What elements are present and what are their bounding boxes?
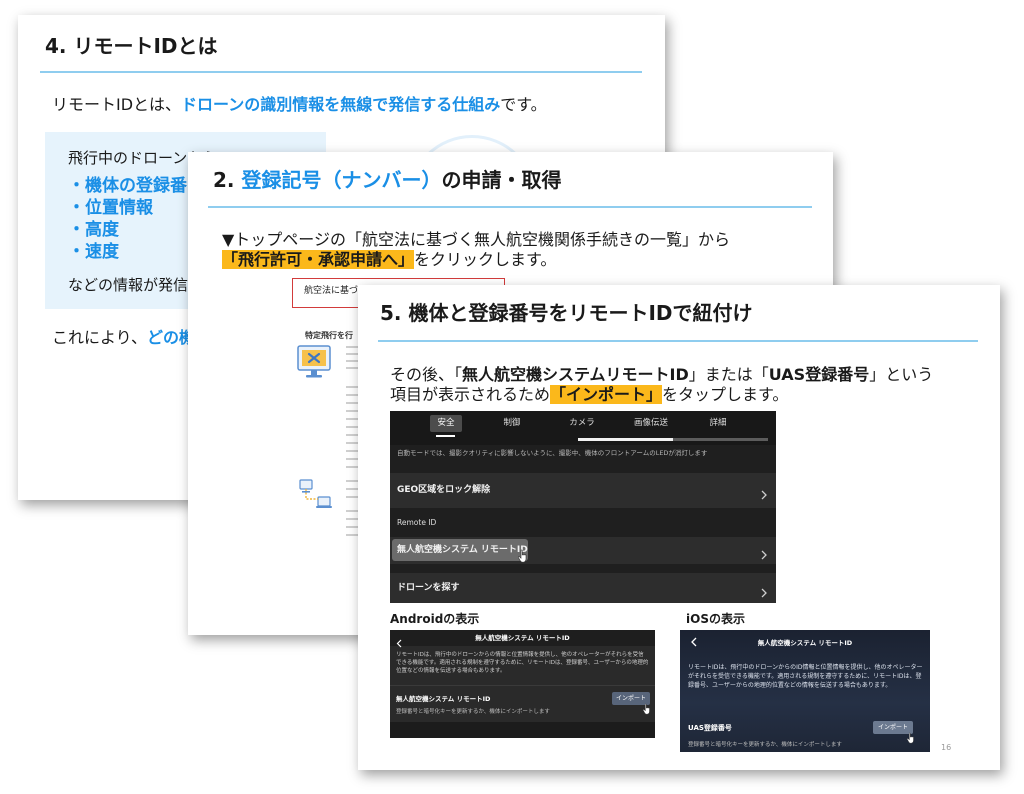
info-box-tail: などの情報が発信 [68, 276, 189, 294]
android-description: リモートIDは、飛行中のドローンからの情報と位置情報を提供し、他のオペレーターが… [396, 652, 649, 674]
tab-safety[interactable]: 安全 [430, 415, 462, 432]
list-item: ・速度 [68, 242, 119, 262]
website-section-heading: 特定飛行を行 [305, 331, 353, 340]
outro-text: これにより、どの機 [52, 327, 195, 349]
line2-post: をタップします。 [662, 385, 789, 404]
line2-pre: 項目が表示されるため [390, 385, 551, 404]
android-remote-id-screenshot: 無人航空機システム リモートID リモートIDは、飛行中のドローンからの情報と位… [390, 630, 655, 738]
list-item: ・高度 [68, 220, 119, 240]
chevron-right-icon [761, 583, 767, 602]
intro-emphasis: ドローンの識別情報を無線で発信する仕組み [181, 95, 501, 114]
scroll-indicator-fill [578, 438, 673, 441]
intro-text: リモートIDとは、ドローンの識別情報を無線で発信する仕組みです。 [52, 95, 547, 115]
line1-bold-2: UAS登録番号 [768, 365, 870, 384]
line1-bold-1: 無人航空機システムリモートID [462, 365, 689, 384]
intro-post: です。 [500, 95, 547, 114]
devices-icon [298, 477, 332, 513]
section-label-remote-id: Remote ID [397, 518, 437, 527]
list-item: ・位置情報 [68, 198, 153, 218]
line1-mid: 」または「 [688, 365, 769, 384]
android-header-title: 無人航空機システム リモートID [475, 634, 570, 642]
row-geo-unlock[interactable]: GEO区域をロック解除 [390, 473, 776, 508]
android-header: 無人航空機システム リモートID [390, 630, 655, 648]
row-find-drone[interactable]: ドローンを探す [390, 573, 776, 603]
monitor-icon [297, 344, 331, 380]
instruction-line-2: 項目が表示されるため「インポート」をタップします。 [390, 385, 788, 405]
slide-title: 2. 登録記号（ナンバー）の申請・取得 [213, 168, 562, 192]
info-list: ・機体の登録番 ・位置情報 ・高度 ・速度 [68, 175, 187, 263]
hand-pointer-icon [517, 548, 529, 567]
active-tab-indicator [436, 435, 455, 437]
scroll-indicator[interactable] [578, 438, 768, 441]
slide-title: 4. リモートIDとは [45, 34, 218, 58]
ios-row-subtext: 登録番号と暗号化キーを更新するか、機体にインポートします [688, 742, 842, 748]
title-divider [208, 206, 812, 208]
hand-pointer-icon [642, 700, 652, 719]
tab-control[interactable]: 制御 [497, 415, 527, 432]
chevron-right-icon [761, 485, 767, 504]
title-divider [378, 340, 978, 342]
slide-link-remote-id: 5. 機体と登録番号をリモートIDで紐付け その後、「無人航空機システムリモート… [358, 285, 1000, 770]
tab-video-transmission[interactable]: 画像伝送 [628, 415, 674, 432]
ios-description: リモートIDは、飛行中のドローンからのID情報と位置情報を提供し、他のオペレータ… [688, 664, 923, 689]
row-label: ドローンを探す [397, 583, 460, 593]
divider [390, 685, 655, 686]
ios-header: 無人航空機システム リモートID [680, 630, 930, 656]
instruction-line-1: その後、「無人航空機システムリモートID」または「UAS登録番号」という [390, 365, 933, 385]
row-label: GEO区域をロック解除 [397, 485, 491, 495]
instruction-post: をクリックします。 [414, 250, 557, 269]
ios-remote-id-screenshot: 無人航空機システム リモートID リモートIDは、飛行中のドローンからのID情報… [680, 630, 930, 752]
app-settings-screenshot: 安全 制御 カメラ 画像伝送 詳細 自動モードでは、撮影クオリティに影響しないよ… [390, 411, 776, 603]
row-remote-id[interactable]: 無人航空機システム リモートID [390, 537, 776, 564]
android-caption: Androidの表示 [390, 612, 480, 626]
highlight-import: 「インポート」 [550, 385, 663, 404]
ios-row-title: UAS登録番号 [688, 724, 732, 732]
title-divider [40, 71, 642, 73]
chevron-right-icon [761, 545, 767, 564]
slide-title: 5. 機体と登録番号をリモートIDで紐付け [380, 301, 753, 325]
instruction-line-2: 「飛行許可・承認申請へ」をクリックします。 [222, 250, 556, 270]
app-tab-bar: 安全 制御 カメラ 画像伝送 詳細 [390, 411, 776, 445]
framed-link-label: 航空法に基づ [304, 286, 359, 296]
row-label: 無人航空機システム リモートID [397, 545, 528, 555]
list-item: ・機体の登録番 [68, 176, 187, 196]
intro-pre: リモートIDとは、 [52, 95, 182, 114]
page-number: 16 [941, 743, 952, 752]
tab-details[interactable]: 詳細 [704, 415, 732, 432]
instruction-line-1: ▼トップページの「航空法に基づく無人航空機関係手続きの一覧」から [222, 230, 730, 249]
title-number: 2. [213, 168, 235, 192]
led-notice-text: 自動モードでは、撮影クオリティに影響しないように、撮影中、機体のフロントアームの… [397, 449, 708, 457]
title-post: の申請・取得 [441, 168, 562, 192]
android-row-subtext: 登録番号と暗号化キーを更新するか、機体にインポートします [396, 709, 550, 715]
hand-pointer-icon [906, 729, 916, 748]
android-row-title: 無人航空機システム リモートID [396, 695, 491, 703]
line1-post: 」という [869, 365, 934, 384]
outro-pre: これにより、 [52, 328, 148, 347]
highlight-apply-link: 「飛行許可・承認申請へ」 [222, 250, 415, 269]
tab-camera[interactable]: カメラ [564, 415, 600, 432]
android-bottom-area [390, 722, 655, 738]
ios-caption: iOSの表示 [686, 612, 745, 626]
ios-header-title: 無人航空機システム リモートID [757, 639, 853, 647]
title-emphasis: 登録記号（ナンバー） [241, 168, 442, 192]
line1-pre: その後、「 [390, 365, 463, 384]
